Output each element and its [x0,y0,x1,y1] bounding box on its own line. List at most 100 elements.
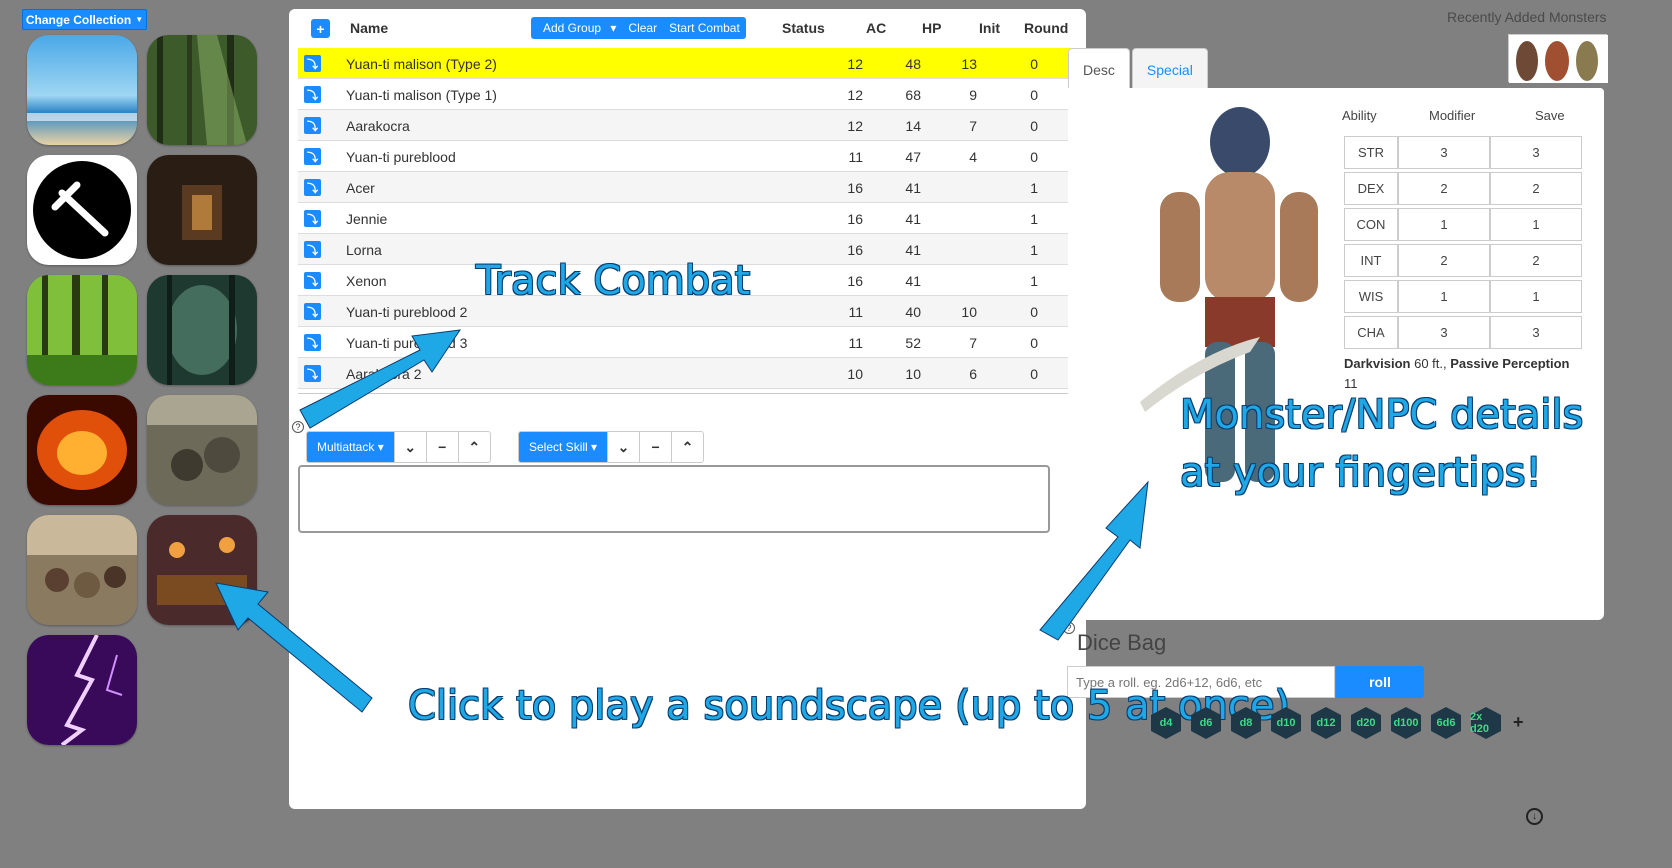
change-collection-label: Change Collection [25,12,132,27]
ability-name: INT [1344,244,1398,277]
multiattack-dropdown[interactable]: Multiattack ▾ [307,432,394,462]
chevron-up-icon[interactable]: ⌃ [457,432,490,462]
table-row[interactable]: ⤵ Acer 16 41 1 [298,172,1075,203]
add-group-button[interactable]: Add Group ▾ [531,17,622,39]
minus-icon[interactable]: − [639,432,671,462]
select-skill-label: Select Skill [529,440,588,454]
soundscape-beach[interactable] [27,35,137,145]
select-skill-control: Select Skill ▾ ⌄ − ⌃ [518,431,705,463]
ability-row-int: INT 2 2 [1344,244,1582,277]
details-tabs: Desc Special [1068,48,1210,90]
soundscape-fire[interactable] [27,395,137,505]
die-button[interactable]: d100 [1390,706,1422,740]
die-button[interactable]: 6d6 [1430,706,1462,740]
tab-desc[interactable]: Desc [1068,48,1130,90]
select-skill-dropdown[interactable]: Select Skill ▾ [519,432,608,462]
help-icon[interactable]: ? [292,421,304,433]
combatant-round: 0 [1030,304,1038,320]
column-ac: AC [866,20,887,36]
annotation-monster-line2: at your fingertips! [1180,450,1542,496]
ability-modifier: 1 [1398,208,1490,241]
ability-modifier: 3 [1398,316,1490,349]
soundscape-battle[interactable] [147,395,257,505]
soundscape-forest-sunlight[interactable] [147,35,257,145]
ability-save: 2 [1490,172,1582,205]
ability-row-dex: DEX 2 2 [1344,172,1582,205]
table-row[interactable]: ⤵ Jennie 16 41 1 [298,203,1075,234]
table-row[interactable]: ⤵ Yuan-ti pureblood 3 11 52 7 0 [298,327,1075,358]
roll-button[interactable]: roll [1336,666,1424,698]
recently-added-title: Recently Added Monsters [1447,9,1607,25]
combat-button-group: Add Group ▾ Clear Start Combat [531,17,746,39]
ability-header: Ability [1342,108,1377,123]
ability-name: CHA [1344,316,1398,349]
ability-save: 2 [1490,244,1582,277]
combatant-round: 0 [1030,335,1038,351]
column-init: Init [979,20,1000,36]
die-label: d4 [1159,717,1173,729]
die-label: d6 [1199,717,1213,729]
combat-notes-area[interactable] [298,465,1050,533]
soundscape-dungeon[interactable] [147,155,257,265]
ability-row-str: STR 3 3 [1344,136,1582,169]
die-label: d8 [1239,717,1253,729]
table-row[interactable]: ⤵ Yuan-ti malison (Type 1) 12 68 9 0 [298,79,1075,110]
ability-save: 1 [1490,208,1582,241]
die-label: 6d6 [1436,717,1456,729]
combatant-round: 1 [1030,242,1038,258]
table-row[interactable]: ⤵ Yuan-ti malison (Type 2) 12 48 13 0 [298,48,1075,79]
change-collection-button[interactable]: Change Collection ▼ [22,9,147,30]
die-button[interactable]: d20 [1350,706,1382,740]
ability-save: 3 [1490,316,1582,349]
chevron-down-icon[interactable]: ⌄ [607,432,639,462]
add-die-icon[interactable]: + [1513,712,1524,733]
ability-row-wis: WIS 1 1 [1344,280,1582,313]
chevron-up-icon[interactable]: ⌃ [671,432,703,462]
die-label: d12 [1316,717,1336,729]
soundscape-market[interactable] [27,515,137,625]
recent-monsters-thumbnail[interactable] [1508,34,1608,83]
die-button[interactable]: 2x d20 [1470,706,1502,740]
die-button[interactable]: d4 [1150,706,1182,740]
ability-table: STR 3 3 DEX 2 2 CON 1 1 INT 2 2 WIS 1 1 CHA 3 3 [1344,136,1582,352]
clear-button[interactable]: Clear [622,17,663,39]
table-row[interactable]: ⤵ Aarakocra 12 14 7 0 [298,110,1075,141]
save-header: Save [1535,108,1565,123]
ability-modifier: 2 [1398,244,1490,277]
combatant-round: 0 [1030,87,1038,103]
multiattack-label: Multiattack [317,440,375,454]
help-icon[interactable]: ? [1063,622,1075,634]
table-row[interactable]: ⤵ Yuan-ti pureblood 11 47 4 0 [298,141,1075,172]
soundscape-dark-forest[interactable] [147,275,257,385]
table-bottom-divider [298,393,1075,394]
ability-row-con: CON 1 1 [1344,208,1582,241]
modifier-header: Modifier [1429,108,1476,123]
ability-row-cha: CHA 3 3 [1344,316,1582,349]
senses-text: Darkvision 60 ft., Passive Perception 11 [1344,354,1574,394]
column-status: Status [782,20,825,36]
chevron-down-icon[interactable]: ⌄ [393,432,426,462]
soundscape-green-forest[interactable] [27,275,137,385]
die-button[interactable]: d6 [1190,706,1222,740]
die-button[interactable]: d8 [1230,706,1262,740]
combatant-round: 0 [1030,366,1038,382]
add-combatant-button[interactable]: + [311,19,330,38]
start-combat-button[interactable]: Start Combat [663,17,746,39]
tab-special[interactable]: Special [1131,48,1208,90]
combatant-round: 1 [1030,211,1038,227]
soundscape-combat[interactable] [27,155,137,265]
die-label: d10 [1276,717,1296,729]
soundscape-lightning[interactable] [27,635,137,745]
die-button[interactable]: d12 [1310,706,1342,740]
combat-rows: ⤵ Yuan-ti malison (Type 2) 12 48 13 0 ⤵ Yuan-ti… [298,48,1075,389]
monster-image [1140,107,1318,482]
table-row[interactable]: ⤵ Aarakocra 2 10 10 6 0 [298,358,1075,389]
arrow-down-circle-icon[interactable]: ↓ [1526,808,1543,825]
minus-icon[interactable]: − [425,432,458,462]
soundscape-tavern[interactable] [147,515,257,625]
caret-down-icon: ▼ [135,15,144,24]
die-button[interactable]: d10 [1270,706,1302,740]
ability-modifier: 1 [1398,280,1490,313]
combatant-round: 0 [1030,149,1038,165]
ability-modifier: 3 [1398,136,1490,169]
